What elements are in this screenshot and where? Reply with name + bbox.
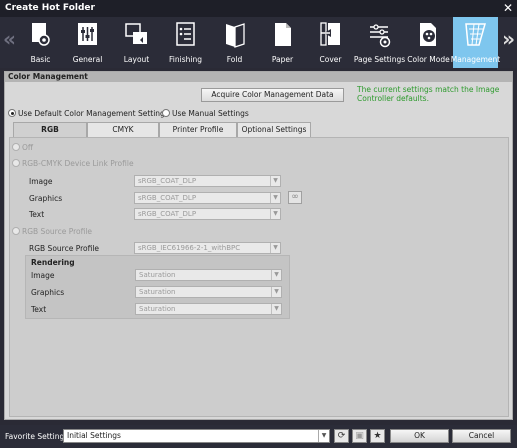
cancel-button[interactable]: Cancel bbox=[452, 429, 511, 443]
tool-label: Paper bbox=[271, 55, 294, 64]
page-settings-icon bbox=[370, 24, 391, 48]
tab-cmyk[interactable]: CMYK bbox=[87, 122, 159, 137]
off-label: Off bbox=[22, 143, 34, 152]
tool-management[interactable]: Management bbox=[451, 17, 500, 68]
tool-label: Management bbox=[450, 55, 501, 64]
use-manual-radio[interactable] bbox=[162, 109, 170, 117]
select-value: sRGB_COAT_DLP bbox=[138, 210, 197, 218]
select-value: sRGB_COAT_DLP bbox=[138, 177, 197, 185]
device-link-label: RGB-CMYK Device Link Profile bbox=[22, 159, 134, 168]
tool-general[interactable]: General bbox=[65, 17, 110, 68]
device-link-image-label: Image bbox=[29, 177, 53, 186]
tool-label: Color Mode bbox=[407, 55, 450, 64]
color-mode-icon bbox=[420, 23, 436, 46]
select-value: Saturation bbox=[139, 288, 176, 296]
chevron-down-icon: ▼ bbox=[270, 243, 280, 253]
device-link-graphics-label: Graphics bbox=[29, 194, 63, 203]
use-default-label: Use Default Color Management Settings bbox=[18, 109, 169, 118]
tool-page-settings[interactable]: Page Settings bbox=[354, 17, 405, 68]
chevron-down-icon: ▼ bbox=[270, 193, 280, 203]
tool-label: Layout bbox=[123, 55, 150, 64]
general-icon bbox=[78, 23, 97, 45]
paper-icon bbox=[275, 23, 291, 46]
management-icon bbox=[465, 23, 486, 46]
fold-icon bbox=[226, 23, 245, 48]
select-value: sRGB_COAT_DLP bbox=[138, 194, 197, 202]
rendering-text-select[interactable]: Saturation ▼ bbox=[135, 303, 282, 315]
rendering-group: Rendering Image Saturation ▼ Graphics Sa… bbox=[25, 255, 290, 319]
device-link-text-select[interactable]: sRGB_COAT_DLP ▼ bbox=[134, 208, 281, 220]
rendering-graphics-select[interactable]: Saturation ▼ bbox=[135, 286, 282, 298]
tool-label: Fold bbox=[226, 55, 243, 64]
close-icon[interactable]: ✕ bbox=[503, 0, 513, 17]
tool-label: Cover bbox=[319, 55, 342, 64]
window-title: Create Hot Folder bbox=[5, 3, 95, 13]
content-area: Color Management Acquire Color Managemen… bbox=[4, 71, 513, 420]
rendering-text-label: Text bbox=[31, 305, 47, 314]
section-header: Color Management bbox=[5, 72, 512, 82]
use-default-radio[interactable] bbox=[8, 109, 16, 117]
source-profile-label: RGB Source Profile bbox=[29, 244, 100, 253]
title-bar: Create Hot Folder ✕ bbox=[0, 0, 517, 17]
rendering-image-label: Image bbox=[31, 271, 55, 280]
tool-finishing[interactable]: Finishing bbox=[163, 17, 208, 68]
chevron-down-icon: ▼ bbox=[271, 270, 281, 280]
use-manual-label: Use Manual Settings bbox=[172, 109, 249, 118]
device-link-radio[interactable] bbox=[12, 159, 20, 167]
source-profile-option-label: RGB Source Profile bbox=[22, 227, 93, 236]
tool-label: Finishing bbox=[169, 55, 202, 64]
source-profile-select[interactable]: sRGB_IEC61966-2-1_withBPC ▼ bbox=[134, 242, 281, 254]
save-icon[interactable]: ▣ bbox=[352, 429, 367, 443]
rgb-panel: Off RGB-CMYK Device Link Profile Image s… bbox=[9, 137, 509, 417]
favorite-star-icon[interactable]: ★ bbox=[370, 429, 385, 443]
select-value: Saturation bbox=[139, 271, 176, 279]
scroll-left-icon[interactable]: « bbox=[3, 27, 16, 51]
tool-paper[interactable]: Paper bbox=[260, 17, 305, 68]
finishing-icon bbox=[176, 22, 195, 46]
off-radio[interactable] bbox=[12, 143, 20, 151]
device-link-graphics-select[interactable]: sRGB_COAT_DLP ▼ bbox=[134, 192, 281, 204]
tool-label: Page Settings bbox=[353, 55, 406, 64]
tab-printer-profile[interactable]: Printer Profile bbox=[159, 122, 237, 137]
rendering-image-select[interactable]: Saturation ▼ bbox=[135, 269, 282, 281]
device-link-image-select[interactable]: sRGB_COAT_DLP ▼ bbox=[134, 175, 281, 187]
favorite-setting-select[interactable]: Initial Settings ▼ bbox=[63, 429, 330, 443]
source-profile-radio[interactable] bbox=[12, 227, 20, 235]
link-icon[interactable]: ∞ bbox=[288, 191, 302, 204]
chevron-down-icon: ▼ bbox=[318, 430, 329, 442]
rendering-graphics-label: Graphics bbox=[31, 288, 65, 297]
chevron-down-icon: ▼ bbox=[270, 176, 280, 186]
tab-optional-settings[interactable]: Optional Settings bbox=[237, 122, 311, 137]
device-link-text-label: Text bbox=[29, 210, 45, 219]
scroll-right-icon[interactable]: » bbox=[502, 27, 515, 51]
ok-button[interactable]: OK bbox=[390, 429, 449, 443]
chevron-down-icon: ▼ bbox=[271, 287, 281, 297]
cover-icon bbox=[320, 22, 340, 46]
acquire-color-data-button[interactable]: Acquire Color Management Data bbox=[201, 88, 344, 102]
tool-cover[interactable]: Cover bbox=[308, 17, 353, 68]
refresh-icon[interactable]: ⟳ bbox=[334, 429, 349, 443]
tool-layout[interactable]: Layout bbox=[114, 17, 159, 68]
favorite-setting-label: Favorite Setting bbox=[5, 432, 65, 441]
layout-icon bbox=[125, 23, 147, 44]
select-value: Saturation bbox=[139, 305, 176, 313]
select-value: sRGB_IEC61966-2-1_withBPC bbox=[138, 244, 241, 252]
basic-icon bbox=[32, 23, 50, 46]
chevron-down-icon: ▼ bbox=[271, 304, 281, 314]
tool-color-mode[interactable]: Color Mode bbox=[406, 17, 451, 68]
category-toolbar: « Basic General Layout Finishing Fold Pa… bbox=[0, 17, 517, 68]
tool-basic[interactable]: Basic bbox=[18, 17, 63, 68]
tab-rgb[interactable]: RGB bbox=[13, 122, 87, 137]
chevron-down-icon: ▼ bbox=[270, 209, 280, 219]
tool-label: General bbox=[72, 55, 103, 64]
tool-fold[interactable]: Fold bbox=[212, 17, 257, 68]
status-message: The current settings match the Image Con… bbox=[357, 85, 500, 103]
select-value: Initial Settings bbox=[67, 431, 121, 440]
tool-label: Basic bbox=[30, 55, 51, 64]
rendering-title: Rendering bbox=[31, 258, 75, 267]
footer-bar: Favorite Setting Initial Settings ▼ ⟳ ▣ … bbox=[0, 425, 517, 448]
